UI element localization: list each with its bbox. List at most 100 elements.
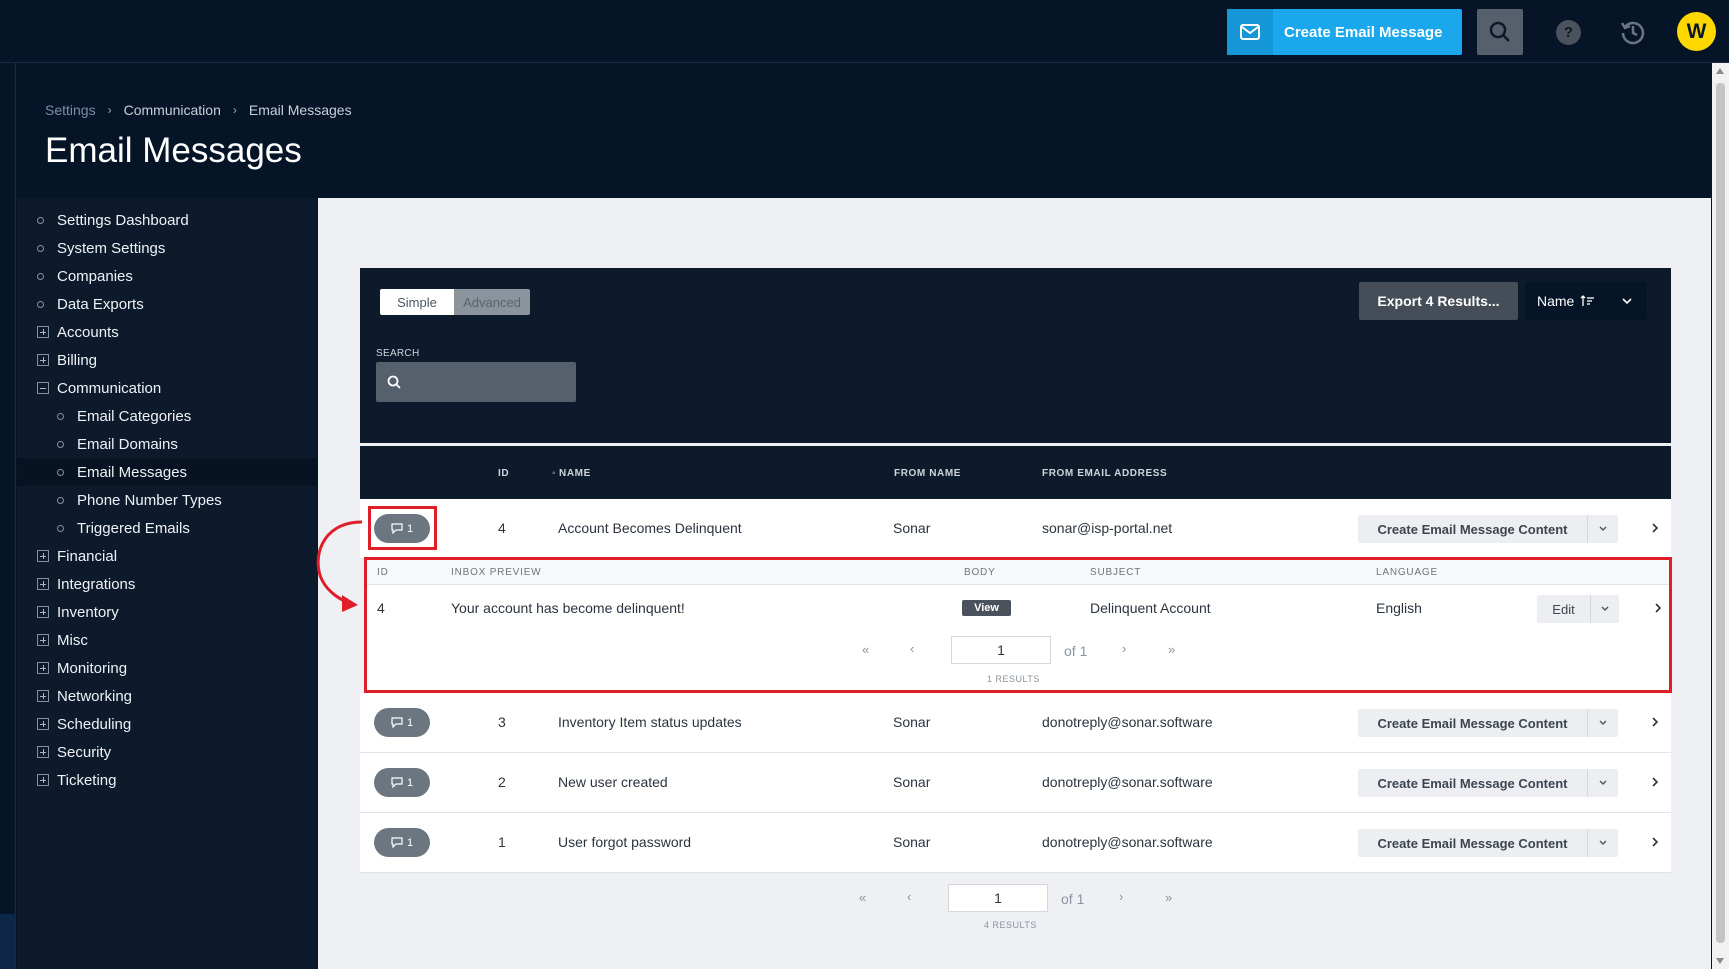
row-id: 4 <box>498 520 506 536</box>
create-content-button[interactable]: Create Email Message Content <box>1358 515 1618 543</box>
row-from-email: donotreply@sonar.software <box>1042 774 1213 790</box>
sidebar-item-settings-dashboard[interactable]: Settings Dashboard <box>17 206 317 234</box>
table-row[interactable]: 1 1 User forgot password Sonar donotreply@so… <box>360 813 1671 873</box>
pager-first-button[interactable]: « <box>862 642 869 657</box>
expand-plus-icon <box>37 326 49 338</box>
sidebar-item-label: Accounts <box>57 323 119 341</box>
pager-page-input[interactable] <box>951 636 1051 664</box>
sidebar-item-label: Security <box>57 743 112 761</box>
breadcrumb-settings[interactable]: Settings <box>45 102 96 118</box>
chevron-down-icon[interactable] <box>1587 709 1618 737</box>
table-pager: « ‹ of 1 › » 4 RESULTS <box>364 880 1672 940</box>
sidebar-item-email-categories[interactable]: Email Categories <box>17 402 317 430</box>
pager-prev-button[interactable]: ‹ <box>910 641 914 656</box>
expand-plus-icon <box>37 746 49 758</box>
column-subject: SUBJECT <box>1090 567 1142 578</box>
content-count-toggle[interactable]: 1 <box>374 708 430 737</box>
sidebar-item-email-domains[interactable]: Email Domains <box>17 430 317 458</box>
chevron-right-icon[interactable] <box>1653 602 1663 614</box>
sidebar-item-financial[interactable]: Financial <box>17 542 317 570</box>
pager-next-button[interactable]: › <box>1119 889 1123 904</box>
sidebar-item-inventory[interactable]: Inventory <box>17 598 317 626</box>
sidebar-item-monitoring[interactable]: Monitoring <box>17 654 317 682</box>
sidebar-item-ticketing[interactable]: Ticketing <box>17 766 317 794</box>
sidebar-item-integrations[interactable]: Integrations <box>17 570 317 598</box>
breadcrumb: Settings › Communication › Email Message… <box>45 102 352 118</box>
chevron-down-icon[interactable] <box>1587 769 1618 797</box>
sidebar-item-scheduling[interactable]: Scheduling <box>17 710 317 738</box>
content-count-toggle[interactable]: 1 <box>374 828 430 857</box>
column-from-name[interactable]: FROM NAME <box>894 468 961 479</box>
email-content-panel: ID INBOX PREVIEW BODY SUBJECT LANGUAGE 4… <box>364 557 1672 693</box>
export-results-button[interactable]: Export 4 Results... <box>1359 282 1518 320</box>
expand-plus-icon <box>37 690 49 702</box>
column-name[interactable]: NAME <box>559 468 591 479</box>
sidebar-item-misc[interactable]: Misc <box>17 626 317 654</box>
create-content-button[interactable]: Create Email Message Content <box>1358 769 1618 797</box>
create-email-message-button[interactable]: Create Email Message <box>1227 9 1462 55</box>
chevron-right-icon[interactable] <box>1650 716 1660 728</box>
search-icon <box>387 375 401 389</box>
pager-last-button[interactable]: » <box>1165 890 1172 905</box>
page-scrollbar[interactable] <box>1712 63 1729 969</box>
sort-dropdown[interactable]: Name <box>1525 282 1647 320</box>
content-count-toggle[interactable]: 1 <box>374 768 430 797</box>
content-row[interactable]: 4 Your account has become delinquent! Vi… <box>367 585 1669 632</box>
create-content-label: Create Email Message Content <box>1377 521 1568 537</box>
row-name: User forgot password <box>558 834 692 850</box>
view-body-button[interactable]: View <box>962 600 1011 616</box>
sidebar-item-security[interactable]: Security <box>17 738 317 766</box>
sidebar-item-companies[interactable]: Companies <box>17 262 317 290</box>
global-search-button[interactable] <box>1477 9 1523 55</box>
bullet-icon <box>57 440 64 448</box>
sidebar-item-billing[interactable]: Billing <box>17 346 317 374</box>
breadcrumb-communication[interactable]: Communication <box>124 102 221 118</box>
filter-panel: Simple Advanced SEARCH Export 4 Results.… <box>360 268 1671 443</box>
search-input[interactable] <box>376 362 576 402</box>
sidebar-item-triggered-emails[interactable]: Triggered Emails <box>17 514 317 542</box>
pager-last-button[interactable]: » <box>1168 642 1175 657</box>
pager-page-input[interactable] <box>948 884 1048 912</box>
row-from-email: sonar@isp-portal.net <box>1042 520 1173 536</box>
collapse-minus-icon <box>37 382 49 394</box>
help-icon[interactable]: ? <box>1556 20 1581 45</box>
create-content-button[interactable]: Create Email Message Content <box>1358 829 1618 857</box>
create-content-button[interactable]: Create Email Message Content <box>1358 709 1618 737</box>
page-title: Email Messages <box>45 131 302 170</box>
pager-prev-button[interactable]: ‹ <box>907 889 911 904</box>
user-avatar[interactable]: W <box>1677 12 1716 51</box>
edit-content-button[interactable]: Edit <box>1537 595 1619 623</box>
chevron-down-icon[interactable] <box>1590 595 1619 623</box>
chevron-down-icon[interactable] <box>1587 515 1618 543</box>
advanced-mode-button[interactable]: Advanced <box>454 289 530 315</box>
search-mode-toggle: Simple Advanced <box>380 289 530 315</box>
create-content-label: Create Email Message Content <box>1377 775 1568 791</box>
sidebar-item-label: Data Exports <box>57 295 144 313</box>
pager-first-button[interactable]: « <box>859 890 866 905</box>
sidebar-item-data-exports[interactable]: Data Exports <box>17 290 317 318</box>
table-row[interactable]: 1 4 Account Becomes Delinquent Sonar sonar@i… <box>360 499 1671 559</box>
chevron-right-icon[interactable] <box>1650 776 1660 788</box>
table-row[interactable]: 1 2 New user created Sonar donotreply@sonar.… <box>360 753 1671 813</box>
sidebar-item-communication[interactable]: Communication <box>17 374 317 402</box>
chevron-right-icon: › <box>232 103 237 117</box>
sort-ascending-icon <box>1580 295 1595 306</box>
sidebar-item-networking[interactable]: Networking <box>17 682 317 710</box>
column-id[interactable]: ID <box>498 468 509 479</box>
table-row[interactable]: 1 3 Inventory Item status updates Sonar dono… <box>360 693 1671 753</box>
bullet-icon <box>57 496 64 504</box>
chevron-right-icon[interactable] <box>1650 836 1660 848</box>
sidebar-item-phone-number-types[interactable]: Phone Number Types <box>17 486 317 514</box>
history-icon[interactable] <box>1619 18 1647 46</box>
simple-mode-button[interactable]: Simple <box>380 289 454 315</box>
sidebar-item-accounts[interactable]: Accounts <box>17 318 317 346</box>
sidebar-item-system-settings[interactable]: System Settings <box>17 234 317 262</box>
column-from-email[interactable]: FROM EMAIL ADDRESS <box>1042 468 1167 479</box>
row-name: Inventory Item status updates <box>558 714 742 730</box>
bullet-icon <box>37 216 44 224</box>
pager-next-button[interactable]: › <box>1122 641 1126 656</box>
sidebar-item-email-messages[interactable]: Email Messages <box>17 458 317 486</box>
left-rail <box>0 63 16 969</box>
chevron-right-icon[interactable] <box>1650 522 1660 534</box>
chevron-down-icon[interactable] <box>1587 829 1618 857</box>
